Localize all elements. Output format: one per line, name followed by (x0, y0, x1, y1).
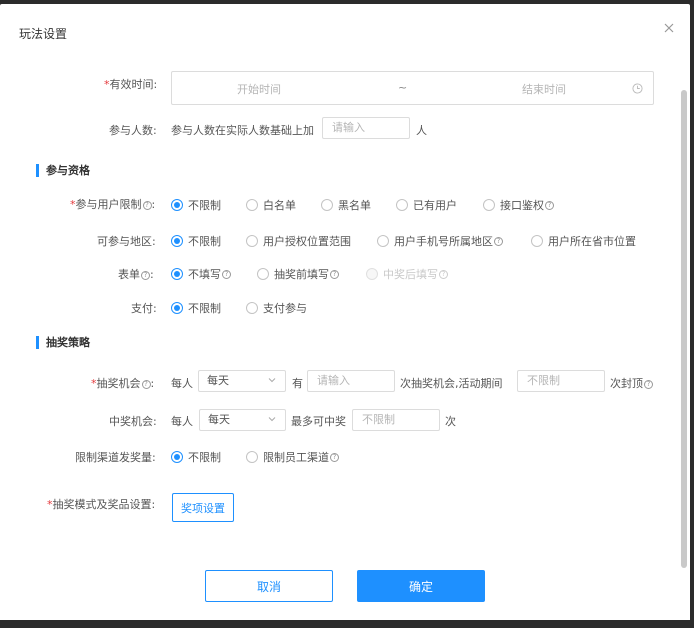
participants-label: 参与人数: (109, 124, 157, 137)
win-chance-label: 中奖机会: (109, 415, 157, 428)
participants-prefix: 参与人数在实际人数基础上加 (171, 124, 314, 137)
help-icon[interactable]: ? (644, 380, 653, 389)
help-icon[interactable]: ? (222, 269, 231, 279)
user-limit-option-whitelist[interactable]: 白名单 (246, 197, 296, 213)
settings-dialog: 玩法设置 *有效时间: 开始时间 ~ 结束时间 参与人数: 参与人数在实际人数基… (0, 4, 690, 622)
form-option-before-draw[interactable]: 抽奖前填写? (257, 266, 339, 282)
help-icon[interactable]: ? (545, 200, 554, 210)
win-period-select[interactable]: 每天 (199, 409, 286, 431)
chevron-down-icon (268, 417, 276, 422)
radio-dot (171, 451, 183, 463)
start-time-input[interactable]: 开始时间 (237, 81, 281, 97)
valid-time-label: *有效时间: (104, 78, 158, 91)
channel-option-staff[interactable]: 限制员工渠道? (246, 449, 339, 465)
draw-period-select[interactable]: 每天 (198, 370, 286, 392)
draw-per-person: 每人 (171, 377, 193, 390)
win-unit: 次 (445, 415, 456, 428)
clock-icon (632, 83, 643, 94)
form-label: 表单?: (118, 268, 154, 281)
user-limit-label: *参与用户限制?: (70, 198, 156, 211)
region-option-phone-area[interactable]: 用户手机号所属地区? (377, 233, 503, 249)
scrollbar[interactable] (681, 90, 687, 568)
prize-settings-button[interactable]: 奖项设置 (172, 493, 234, 522)
payment-option-unlimited[interactable]: 不限制 (171, 300, 221, 316)
help-icon[interactable]: ? (141, 380, 151, 389)
radio-dot (246, 235, 258, 247)
user-limit-option-blacklist[interactable]: 黑名单 (321, 197, 371, 213)
help-icon[interactable]: ? (494, 236, 503, 246)
cancel-button[interactable]: 取消 (205, 570, 333, 602)
draw-chance-label: *抽奖机会?: (91, 377, 155, 390)
help-icon[interactable]: ? (330, 452, 339, 462)
radio-dot (171, 199, 183, 211)
end-time-input[interactable]: 结束时间 (522, 81, 566, 97)
win-max-text: 最多可中奖 (291, 415, 346, 428)
user-limit-option-existing[interactable]: 已有用户 (396, 197, 457, 213)
help-icon[interactable]: ? (142, 201, 152, 210)
channel-limit-label: 限制渠道发奖量: (75, 451, 156, 464)
radio-dot (171, 235, 183, 247)
form-option-after-win: 中奖后填写? (366, 266, 448, 282)
help-icon: ? (439, 269, 448, 279)
region-option-province-city[interactable]: 用户所在省市位置 (531, 233, 636, 249)
radio-dot (246, 199, 258, 211)
backdrop-bottom (0, 620, 694, 628)
radio-dot (246, 302, 258, 314)
channel-option-unlimited[interactable]: 不限制 (171, 449, 221, 465)
user-limit-option-unlimited[interactable]: 不限制 (171, 197, 221, 213)
section-eligibility: 参与资格 (36, 164, 90, 177)
dialog-title: 玩法设置 (19, 27, 68, 41)
chevron-down-icon (268, 378, 276, 383)
form-option-none[interactable]: 不填写? (171, 266, 231, 282)
region-option-unlimited[interactable]: 不限制 (171, 233, 221, 249)
help-icon[interactable]: ? (330, 269, 339, 279)
section-strategy: 抽奖策略 (36, 336, 90, 349)
radio-dot (366, 268, 378, 280)
draw-count-input[interactable]: 请输入 (307, 370, 395, 392)
participants-unit: 人 (416, 124, 427, 137)
win-max-input[interactable]: 不限制 (352, 409, 440, 431)
win-per-person: 每人 (171, 415, 193, 428)
radio-dot (531, 235, 543, 247)
range-separator: ~ (398, 81, 408, 94)
region-option-authorized-location[interactable]: 用户授权位置范围 (246, 233, 351, 249)
region-label: 可参与地区: (97, 235, 156, 248)
user-limit-option-api-auth[interactable]: 接口鉴权? (483, 197, 554, 213)
participants-input[interactable]: 请输入 (322, 117, 410, 139)
payment-label: 支付: (131, 302, 157, 315)
help-icon[interactable]: ? (141, 271, 150, 280)
close-icon[interactable] (662, 21, 676, 35)
radio-dot (377, 235, 389, 247)
radio-dot (246, 451, 258, 463)
prize-mode-label: *抽奖模式及奖品设置: (47, 498, 156, 511)
draw-suffix: 次封顶? (610, 375, 653, 391)
radio-dot (321, 199, 333, 211)
radio-dot (171, 268, 183, 280)
draw-middle-text: 次抽奖机会,活动期间 (400, 377, 503, 390)
confirm-button[interactable]: 确定 (357, 570, 485, 602)
date-range-picker[interactable]: 开始时间 ~ 结束时间 (171, 71, 654, 105)
radio-dot (483, 199, 495, 211)
radio-dot (396, 199, 408, 211)
draw-cap-input[interactable]: 不限制 (517, 370, 605, 392)
draw-has-text: 有 (292, 377, 303, 390)
payment-option-pay-to-join[interactable]: 支付参与 (246, 300, 307, 316)
radio-dot (257, 268, 269, 280)
radio-dot (171, 302, 183, 314)
